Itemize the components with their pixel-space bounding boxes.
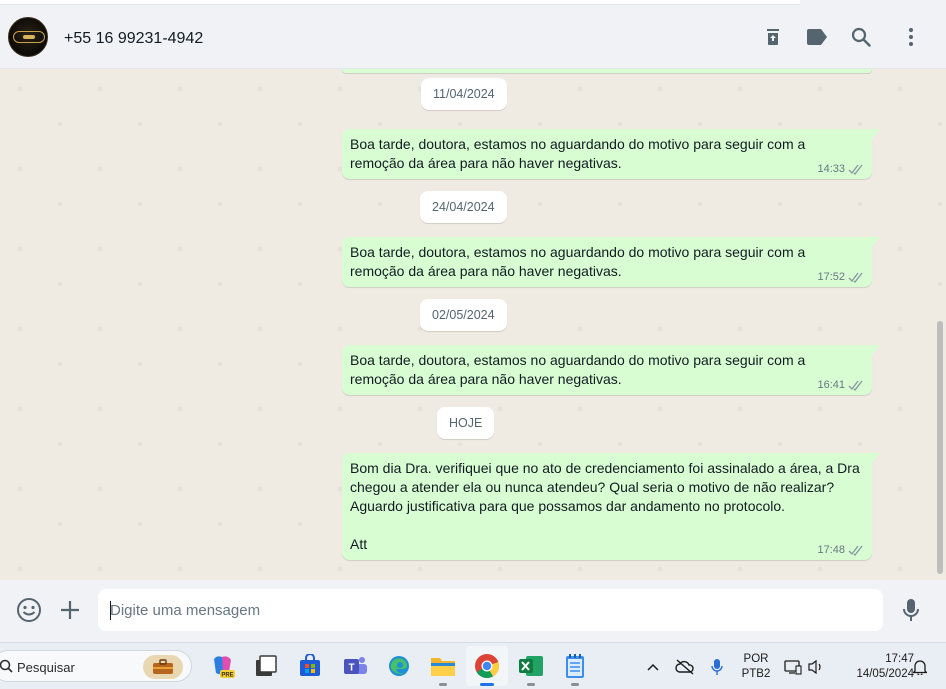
contact-name[interactable]: +55 16 99231-4942 (64, 30, 203, 48)
search-icon (0, 659, 13, 678)
chat-header: +55 16 99231-4942 (0, 9, 946, 69)
date-separator: 24/04/2024 (420, 191, 507, 223)
message-meta: 16:41 (817, 379, 864, 391)
text-caret (110, 601, 111, 620)
taskbar-clock[interactable]: 17:47 14/05/2024 (836, 652, 914, 682)
message-text: Boa tarde, doutora, estamos no aguardand… (350, 244, 810, 279)
message-time: 14:33 (817, 163, 845, 175)
double-check-icon (848, 164, 864, 175)
date-separator: HOJE (437, 407, 495, 439)
chevron-up-icon[interactable] (643, 643, 663, 689)
emoji-icon[interactable] (16, 597, 42, 623)
chrome-icon[interactable] (473, 652, 501, 686)
copilot-pre-icon[interactable]: PRE (209, 652, 237, 680)
archive-icon[interactable] (761, 25, 785, 49)
taskbar-search[interactable]: Pesquisar (0, 650, 192, 682)
label-icon[interactable] (805, 25, 829, 49)
message-bubble-partial (342, 69, 872, 73)
teams-icon[interactable]: T (341, 652, 369, 680)
microsoft-store-icon[interactable] (296, 652, 324, 680)
double-check-icon (848, 380, 864, 391)
message-text: Boa tarde, doutora, estamos no aguardand… (350, 136, 810, 171)
notification-bell-icon[interactable] (910, 643, 930, 689)
clock-time: 17:47 (885, 653, 914, 665)
outgoing-message[interactable]: Bom dia Dra. verifiquei que no ato de cr… (342, 453, 880, 560)
edge-icon[interactable] (385, 652, 413, 680)
window-top-strip (0, 0, 946, 9)
svg-text:T: T (348, 663, 354, 674)
outgoing-message[interactable]: Boa tarde, doutora, estamos no aguardand… (342, 345, 880, 395)
microphone-tray-icon[interactable] (707, 643, 727, 689)
search-label: Pesquisar (17, 660, 75, 675)
message-text: Boa tarde, doutora, estamos no aguardand… (350, 352, 810, 387)
message-meta: 17:52 (817, 271, 864, 283)
message-composer (0, 580, 946, 642)
keyboard-layout: PTB2 (741, 668, 771, 680)
message-text: Bom dia Dra. verifiquei que no ato de cr… (350, 460, 860, 552)
briefcase-icon[interactable] (143, 655, 183, 679)
message-meta: 17:48 (817, 544, 864, 556)
double-check-icon (848, 272, 864, 283)
language-code: POR (743, 653, 769, 665)
microphone-icon[interactable] (898, 597, 924, 623)
contact-avatar[interactable] (8, 17, 48, 57)
message-time: 17:48 (817, 544, 845, 556)
network-icon[interactable] (783, 643, 803, 689)
chat-area[interactable]: 11/04/2024 Boa tarde, doutora, estamos n… (0, 69, 946, 580)
excel-icon[interactable] (517, 652, 545, 686)
double-check-icon (848, 545, 864, 556)
svg-text:PRE: PRE (221, 673, 233, 679)
file-explorer-icon[interactable] (429, 652, 457, 686)
task-view-icon[interactable] (252, 652, 280, 680)
message-time: 17:52 (817, 271, 845, 283)
clock-date: 14/05/2024 (856, 668, 914, 680)
menu-icon[interactable] (899, 25, 923, 49)
message-time: 16:41 (817, 379, 845, 391)
outgoing-message[interactable]: Boa tarde, doutora, estamos no aguardand… (342, 237, 880, 287)
cloud-offline-icon[interactable] (674, 643, 696, 689)
input-language[interactable]: POR PTB2 (738, 652, 774, 682)
date-separator: 11/04/2024 (421, 78, 507, 110)
windows-taskbar: Pesquisar PRE T POR PTB2 17:47 14/05/202… (0, 642, 946, 689)
notepad-icon[interactable] (561, 652, 589, 686)
volume-icon[interactable] (806, 643, 826, 689)
date-separator: 02/05/2024 (420, 299, 507, 331)
outgoing-message[interactable]: Boa tarde, doutora, estamos no aguardand… (342, 129, 880, 179)
message-meta: 14:33 (817, 163, 864, 175)
chat-scrollbar[interactable] (937, 321, 943, 574)
search-icon[interactable] (849, 25, 873, 49)
attach-plus-icon[interactable] (57, 597, 83, 623)
message-input[interactable] (98, 589, 883, 631)
